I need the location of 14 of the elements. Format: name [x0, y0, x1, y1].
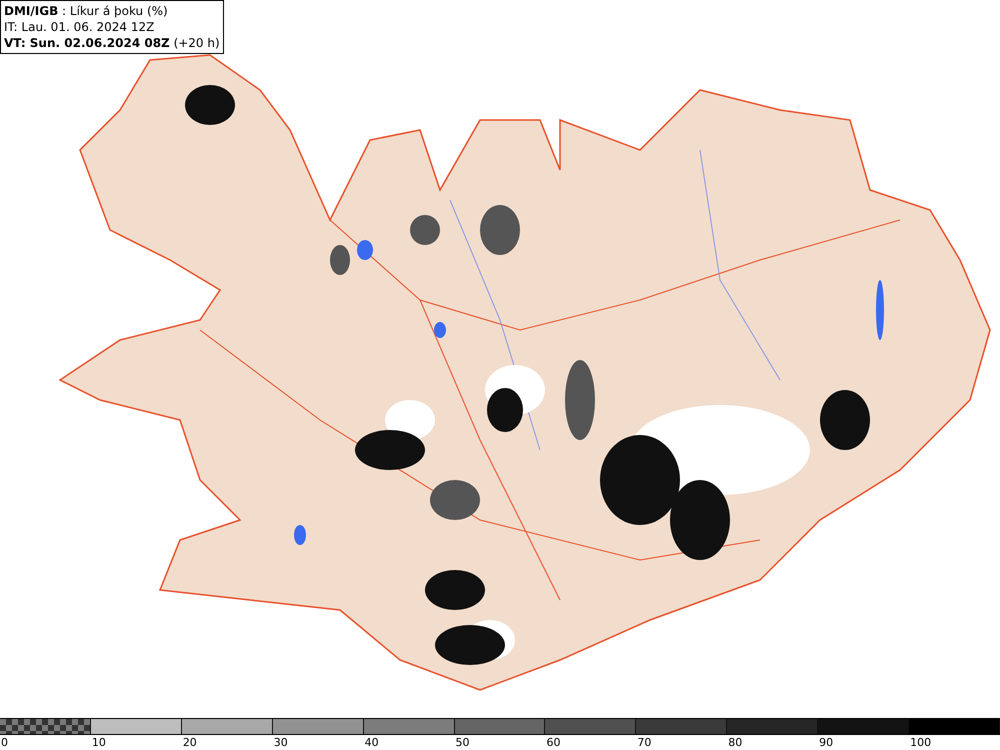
- legend-label: 70: [637, 736, 652, 749]
- legend-label: 100: [910, 736, 932, 749]
- legend-label: 60: [546, 736, 560, 749]
- legend-label: 80: [728, 736, 742, 749]
- info-text: VT: Sun. 02.06.2024 08Z (+20 h): [4, 35, 220, 51]
- info-text: IT: Lau. 01. 06. 2024 12Z: [4, 19, 156, 35]
- legend-label: 50: [456, 736, 470, 749]
- legend-label: 10: [92, 736, 106, 749]
- legend-label: 20: [182, 736, 197, 749]
- legend-label: 0: [1, 736, 8, 749]
- legend-label: 90: [819, 736, 834, 749]
- legend-label: 40: [364, 736, 379, 749]
- info-text: DMI/IGB : Líkur á þoku (%): [4, 3, 169, 19]
- legend-label: 30: [274, 736, 288, 749]
